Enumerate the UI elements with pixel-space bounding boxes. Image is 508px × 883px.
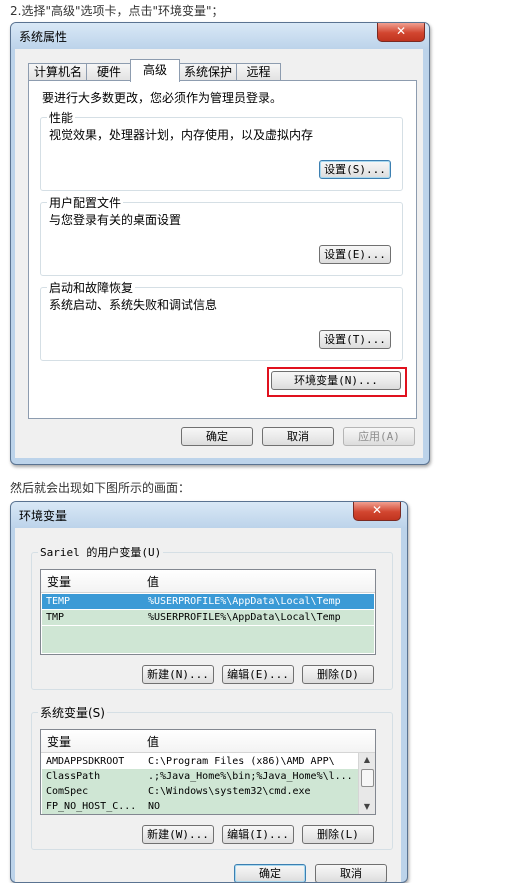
user-profiles-group: 用户配置文件 与您登录有关的桌面设置 设置(E)...	[40, 194, 403, 276]
list-item[interactable]: FP_NO_HOST_C... NO	[42, 799, 374, 814]
tab-remote[interactable]: 远程	[236, 63, 281, 81]
startup-recovery-settings-button[interactable]: 设置(T)...	[319, 330, 391, 349]
list-filler	[42, 626, 374, 653]
startup-recovery-legend: 启动和故障恢复	[47, 279, 136, 296]
list-item[interactable]: TMP %USERPROFILE%\AppData\Local\Temp	[42, 610, 374, 625]
system-variables-list[interactable]: 变量 值 AMDAPPSDKROOT C:\Program Files (x86…	[40, 729, 376, 815]
apply-button[interactable]: 应用(A)	[343, 427, 415, 446]
list-header: 变量 值	[41, 730, 375, 753]
performance-legend: 性能	[47, 109, 76, 126]
performance-group: 性能 视觉效果，处理器计划，内存使用，以及虚拟内存 设置(S)...	[40, 109, 403, 191]
system-delete-button[interactable]: 删除(L)	[302, 825, 374, 844]
list-item[interactable]: ClassPath .;%Java_Home%\bin;%Java_Home%\…	[42, 769, 374, 784]
system-variables-group: 系统变量(S) 变量 值 AMDAPPSDKROOT C:\Program Fi…	[31, 704, 393, 850]
system-variables-legend: 系统变量(S)	[38, 704, 107, 721]
list-item[interactable]: AMDAPPSDKROOT C:\Program Files (x86)\AMD…	[42, 754, 374, 769]
system-new-button[interactable]: 新建(W)...	[142, 825, 214, 844]
cancel-button[interactable]: 取消	[315, 864, 387, 882]
scroll-thumb[interactable]	[361, 769, 374, 787]
startup-recovery-description: 系统启动、系统失败和调试信息	[49, 298, 218, 312]
cancel-button[interactable]: 取消	[262, 427, 334, 446]
close-icon[interactable]: ✕	[353, 502, 401, 521]
list-header: 变量 值	[41, 570, 375, 593]
user-delete-button[interactable]: 删除(D)	[302, 665, 374, 684]
user-profiles-settings-button[interactable]: 设置(E)...	[319, 245, 391, 264]
user-variables-legend: Sariel 的用户变量(U)	[38, 544, 164, 560]
column-variable[interactable]: 变量	[47, 573, 71, 590]
list-item[interactable]: ComSpec C:\Windows\system32\cmd.exe	[42, 784, 374, 799]
scroll-down-icon[interactable]: ▼	[360, 800, 374, 814]
ok-button[interactable]: 确定	[234, 864, 306, 882]
tab-computer-name[interactable]: 计算机名	[28, 63, 88, 81]
tab-hardware[interactable]: 硬件	[86, 63, 132, 81]
system-properties-window: 系统属性 ✕ 计算机名 硬件 高级 系统保护 远程 要进行大多数更改，您必须作为…	[10, 22, 430, 465]
ok-button[interactable]: 确定	[181, 427, 253, 446]
startup-recovery-group: 启动和故障恢复 系统启动、系统失败和调试信息 设置(T)...	[40, 279, 403, 361]
admin-notice: 要进行大多数更改，您必须作为管理员登录。	[42, 91, 283, 105]
tab-system-protection[interactable]: 系统保护	[178, 63, 238, 81]
advanced-tab-panel: 要进行大多数更改，您必须作为管理员登录。 性能 视觉效果，处理器计划，内存使用，…	[28, 80, 417, 419]
system-edit-button[interactable]: 编辑(I)...	[222, 825, 294, 844]
user-variables-group: Sariel 的用户变量(U) 变量 值 TEMP %USERPROFILE%\…	[31, 544, 393, 690]
environment-variables-button[interactable]: 环境变量(N)...	[271, 371, 401, 390]
column-value[interactable]: 值	[147, 573, 159, 590]
performance-settings-button[interactable]: 设置(S)...	[319, 160, 391, 179]
user-profiles-legend: 用户配置文件	[47, 194, 124, 211]
user-profiles-description: 与您登录有关的桌面设置	[49, 213, 182, 227]
user-variables-list[interactable]: 变量 值 TEMP %USERPROFILE%\AppData\Local\Te…	[40, 569, 376, 655]
tab-advanced[interactable]: 高级	[130, 59, 180, 82]
user-edit-button[interactable]: 编辑(E)...	[222, 665, 294, 684]
window-title: 环境变量	[19, 509, 68, 523]
scroll-up-icon[interactable]: ▲	[360, 753, 374, 767]
caption-result: 然后就会出现如下图所示的画面：	[10, 481, 191, 495]
list-item[interactable]: TEMP %USERPROFILE%\AppData\Local\Temp	[42, 594, 374, 609]
close-icon[interactable]: ✕	[377, 23, 425, 42]
window-title: 系统属性	[19, 30, 68, 44]
caption-step-2: 2.选择"高级"选项卡，点击"环境变量"；	[10, 4, 224, 18]
vertical-scrollbar[interactable]: ▲ ▼	[358, 753, 375, 814]
performance-description: 视觉效果，处理器计划，内存使用，以及虚拟内存	[49, 128, 314, 142]
dialog-body: 计算机名 硬件 高级 系统保护 远程 要进行大多数更改，您必须作为管理员登录。 …	[15, 49, 423, 458]
user-new-button[interactable]: 新建(N)...	[142, 665, 214, 684]
column-variable[interactable]: 变量	[47, 733, 71, 750]
dialog-body: Sariel 的用户变量(U) 变量 值 TEMP %USERPROFILE%\…	[15, 528, 401, 882]
column-value[interactable]: 值	[147, 733, 159, 750]
environment-variables-window: 环境变量 ✕ Sariel 的用户变量(U) 变量 值 TEMP %USERPR…	[10, 501, 408, 883]
